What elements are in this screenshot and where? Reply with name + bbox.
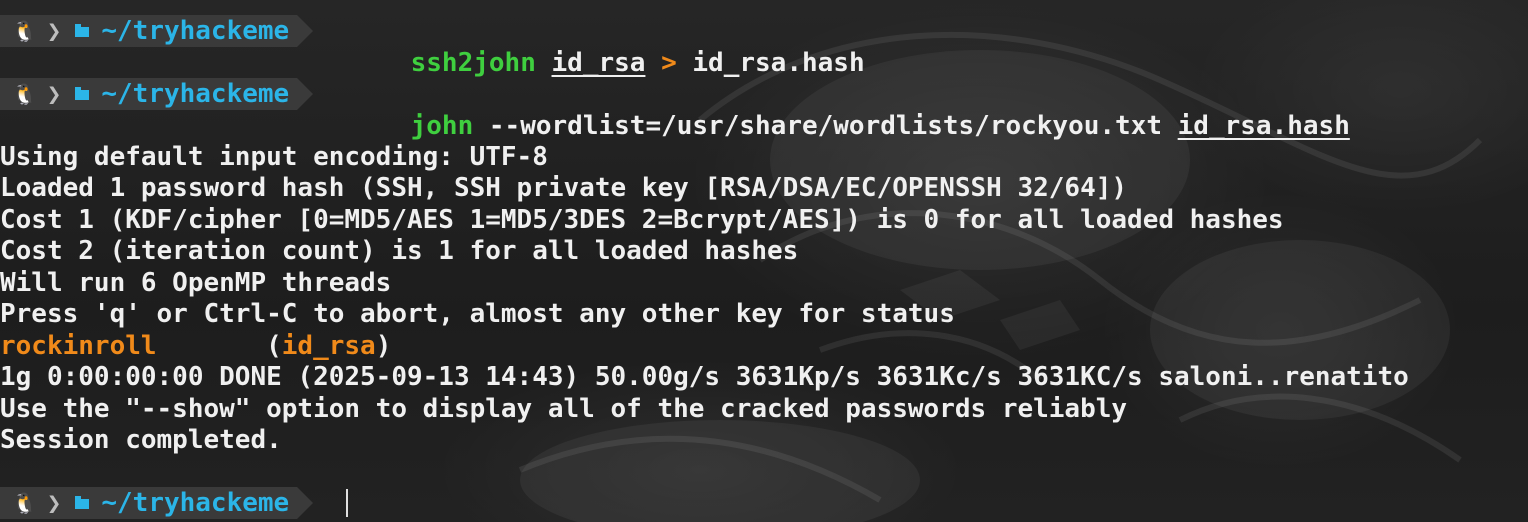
cracked-close: ) — [375, 331, 392, 361]
folder-icon — [75, 496, 90, 509]
command-arg: id_rsa.hash — [692, 48, 865, 78]
command-line: john --wordlist=/usr/share/wordlists/roc… — [348, 78, 1350, 141]
linux-tux-icon: 🐧 — [12, 19, 37, 43]
output-line: Cost 2 (iteration count) is 1 for all lo… — [0, 236, 799, 266]
prompt-path: ~/tryhackeme — [101, 79, 290, 109]
command-line: ssh2john id_rsa > id_rsa.hash — [348, 15, 865, 78]
shell-prompt: 🐧 ❯ ~/tryhackeme — [0, 78, 314, 110]
redirect-operator: > — [661, 48, 677, 78]
output-line: 1g 0:00:00:00 DONE (2025-09-13 14:43) 50… — [0, 362, 1409, 392]
text-cursor[interactable] — [346, 489, 348, 517]
output-line: Loaded 1 password hash (SSH, SSH private… — [0, 173, 1128, 203]
chevron-right-icon: ❯ — [46, 80, 62, 108]
output-line: Use the "--show" option to display all o… — [0, 394, 1128, 424]
prompt-segment: 🐧 ❯ ~/tryhackeme — [0, 78, 314, 110]
output-line: Using default input encoding: UTF-8 — [0, 142, 548, 172]
shell-prompt: 🐧 ❯ ~/tryhackeme — [0, 15, 314, 47]
command-arg: id_rsa — [551, 48, 646, 78]
command-program: john — [410, 111, 474, 141]
cracked-file: id_rsa — [281, 331, 376, 361]
output-line: Session completed. — [0, 425, 282, 455]
command-arg: id_rsa.hash — [1177, 111, 1350, 141]
linux-tux-icon: 🐧 — [12, 82, 37, 106]
chevron-right-icon: ❯ — [46, 489, 62, 517]
cracked-password-line: rockinroll (id_rsa) — [0, 330, 391, 362]
shell-prompt: 🐧 ❯ ~/tryhackeme — [0, 487, 314, 519]
command-program: ssh2john — [410, 48, 536, 78]
command-arg: --wordlist=/usr/share/wordlists/rockyou.… — [488, 111, 1162, 141]
prompt-segment: 🐧 ❯ ~/tryhackeme — [0, 15, 314, 47]
chevron-right-icon: ❯ — [46, 17, 62, 45]
prompt-segment: 🐧 ❯ ~/tryhackeme — [0, 487, 314, 519]
output-line: Cost 1 (KDF/cipher [0=MD5/AES 1=MD5/3DES… — [0, 205, 1284, 235]
prompt-path: ~/tryhackeme — [101, 16, 290, 46]
output-line: Press 'q' or Ctrl-C to abort, almost any… — [0, 299, 955, 329]
cracked-password: rockinroll — [0, 331, 157, 361]
cracked-spacing: ( — [156, 331, 282, 361]
linux-tux-icon: 🐧 — [12, 491, 37, 515]
folder-icon — [75, 87, 90, 100]
prompt-path: ~/tryhackeme — [101, 488, 290, 518]
folder-icon — [75, 24, 90, 37]
output-line: Will run 6 OpenMP threads — [0, 268, 392, 298]
